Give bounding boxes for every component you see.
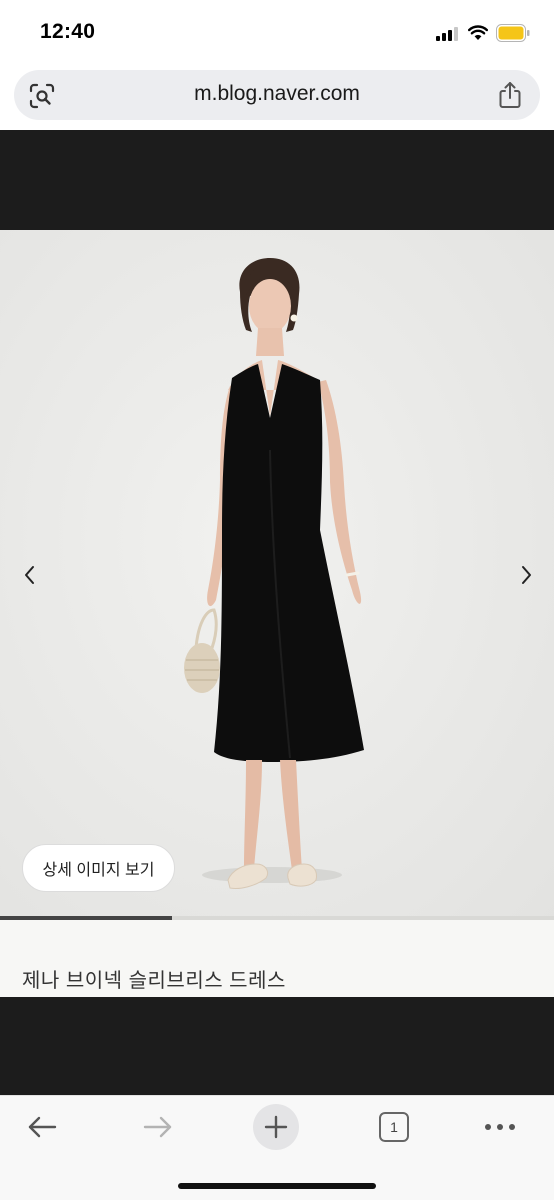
- battery-icon: [496, 24, 530, 42]
- product-caption: 제나 브이넥 슬리브리스 드레스: [22, 970, 286, 992]
- tabs-button[interactable]: 1: [374, 1110, 414, 1144]
- dark-band-top: [0, 130, 554, 230]
- chevron-right-icon[interactable]: [512, 560, 540, 590]
- dark-band-bottom: [0, 997, 554, 1095]
- url-text[interactable]: m.blog.naver.com: [0, 82, 554, 106]
- plus-icon: [264, 1115, 288, 1139]
- tab-count: 1: [379, 1112, 409, 1142]
- home-indicator: [178, 1183, 376, 1189]
- address-bar-area: m.blog.naver.com: [0, 64, 554, 130]
- arrow-right-icon: [143, 1116, 172, 1138]
- forward-button[interactable]: [138, 1110, 178, 1144]
- product-photo: [0, 230, 554, 918]
- status-bar: 12:40: [0, 0, 554, 64]
- status-time: 12:40: [40, 20, 96, 43]
- back-button[interactable]: [22, 1110, 62, 1144]
- more-icon: [485, 1124, 515, 1130]
- caption-area: 제나 브이넥 슬리브리스 드레스: [0, 920, 554, 997]
- wifi-icon: [468, 25, 488, 40]
- more-button[interactable]: [480, 1110, 520, 1144]
- arrow-left-icon: [28, 1116, 57, 1138]
- signal-icon: [436, 26, 460, 41]
- image-carousel[interactable]: 상세 이미지 보기: [0, 230, 554, 918]
- browser-toolbar: 1: [0, 1095, 554, 1200]
- share-icon[interactable]: [496, 80, 524, 110]
- new-tab-button[interactable]: [253, 1104, 299, 1150]
- detail-image-button[interactable]: 상세 이미지 보기: [22, 844, 175, 892]
- chevron-left-icon[interactable]: [16, 560, 44, 590]
